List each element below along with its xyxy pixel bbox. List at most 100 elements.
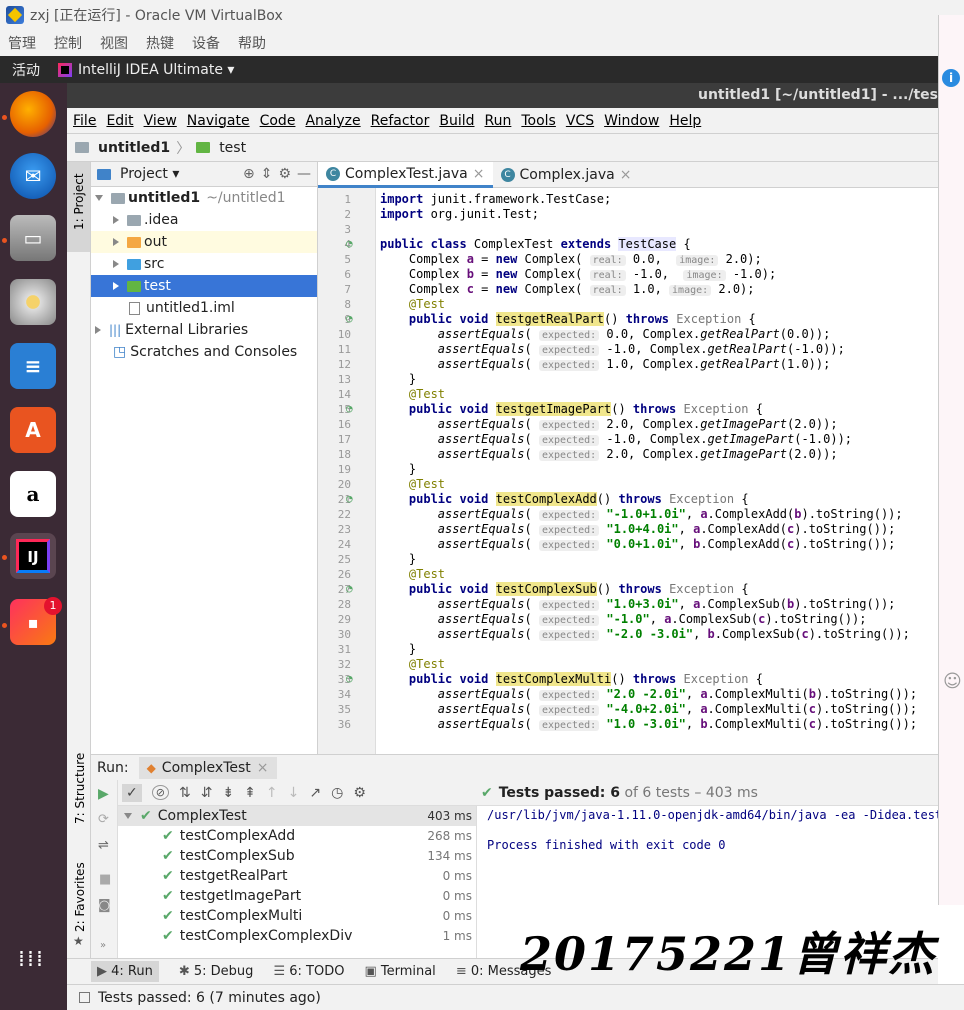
project-view-selector[interactable]: Project ▾ xyxy=(120,166,179,182)
expand-arrow-icon[interactable] xyxy=(113,238,119,246)
close-icon[interactable]: × xyxy=(257,760,269,776)
expand-arrow-icon[interactable] xyxy=(124,813,132,819)
next-icon[interactable]: ↓ xyxy=(288,785,300,801)
test-row[interactable]: ✔ testComplexSub 134 ms xyxy=(118,846,476,866)
vbox-menu-view[interactable]: 视图 xyxy=(100,33,128,53)
expand-arrow-icon[interactable] xyxy=(113,260,119,268)
rhythmbox-icon[interactable] xyxy=(10,279,56,325)
test-row[interactable]: ✔ testComplexMulti 0 ms xyxy=(118,906,476,926)
menu-refactor[interactable]: Refactor xyxy=(371,113,430,129)
rerun-icon[interactable]: ▶ xyxy=(98,786,109,802)
rerun-failed-icon[interactable]: ⟳ xyxy=(98,812,109,827)
intellij-dock-icon[interactable]: IJ xyxy=(10,533,56,579)
menu-file[interactable]: File xyxy=(73,113,96,129)
breadcrumb-test[interactable]: test xyxy=(219,140,246,156)
menu-build[interactable]: Build xyxy=(439,113,474,129)
tab-todo[interactable]: ☰ 6: TODO xyxy=(273,964,344,979)
menu-window[interactable]: Window xyxy=(604,113,659,129)
tree-item-out[interactable]: out xyxy=(91,231,317,253)
menu-tools[interactable]: Tools xyxy=(521,113,556,129)
test-row[interactable]: ✔ testComplexAdd 268 ms xyxy=(118,826,476,846)
amazon-icon[interactable]: a xyxy=(10,471,56,517)
activities-button[interactable]: 活动 xyxy=(0,60,52,80)
project-stripe-button[interactable]: 1: Project xyxy=(67,162,90,252)
test-row[interactable]: ✔ testgetImagePart 0 ms xyxy=(118,886,476,906)
tab-complextest[interactable]: C ComplexTest.java × xyxy=(318,162,493,188)
test-suite-row[interactable]: ✔ ComplexTest 403 ms xyxy=(118,806,476,826)
writer-icon[interactable]: ≡ xyxy=(10,343,56,389)
sort-alpha-icon[interactable]: ⇅ xyxy=(179,785,191,801)
software-center-icon[interactable]: A xyxy=(10,407,56,453)
expand-all-icon[interactable]: ⇟ xyxy=(222,785,234,801)
folder-icon xyxy=(127,236,141,248)
more-icon[interactable]: » xyxy=(100,940,106,951)
run-gutter-icon[interactable]: ◔ xyxy=(346,582,353,595)
menu-edit[interactable]: Edit xyxy=(106,113,133,129)
vbox-menu-devices[interactable]: 设备 xyxy=(192,33,220,53)
expand-arrow-icon[interactable] xyxy=(95,195,103,201)
tree-item-src[interactable]: src xyxy=(91,253,317,275)
favorites-stripe-button[interactable]: 2: Favorites xyxy=(73,862,87,932)
layout-icon[interactable] xyxy=(79,992,90,1003)
structure-stripe-button[interactable]: 7: Structure xyxy=(73,753,87,824)
expand-arrow-icon[interactable] xyxy=(95,326,101,334)
menu-navigate[interactable]: Navigate xyxy=(187,113,250,129)
tab-debug[interactable]: ✱ 5: Debug xyxy=(179,964,254,979)
tree-item-external-libraries[interactable]: ||| External Libraries xyxy=(91,319,317,341)
tab-terminal[interactable]: ▣ Terminal xyxy=(364,964,435,979)
close-icon[interactable]: × xyxy=(620,167,632,183)
expand-arrow-icon[interactable] xyxy=(113,282,119,290)
previous-icon[interactable]: ↑ xyxy=(266,785,278,801)
toggle-auto-test-icon[interactable]: ⇌ xyxy=(98,838,109,853)
app-menu[interactable]: IntelliJ IDEA Ultimate ▾ xyxy=(58,62,234,78)
files-icon[interactable]: ▭ xyxy=(10,215,56,261)
tab-run[interactable]: ▶ 4: Run xyxy=(91,961,159,982)
close-icon[interactable]: × xyxy=(473,166,485,182)
show-ignored-icon[interactable]: ⊘ xyxy=(151,785,169,800)
test-row[interactable]: ✔ testComplexComplexDiv 1 ms xyxy=(118,926,476,946)
menu-code[interactable]: Code xyxy=(260,113,296,129)
info-icon[interactable]: i xyxy=(942,69,960,87)
tree-item-scratches[interactable]: ◳ Scratches and Consoles xyxy=(91,341,317,363)
code-editor[interactable]: import junit.framework.TestCase; import … xyxy=(376,188,938,754)
tree-item-untitled1[interactable]: untitled1 ~/untitled1 xyxy=(91,187,317,209)
run-gutter-icon[interactable]: ◔ xyxy=(346,492,353,505)
test-row[interactable]: ✔ testgetRealPart 0 ms xyxy=(118,866,476,886)
tree-item-idea[interactable]: .idea xyxy=(91,209,317,231)
run-tab[interactable]: ◆ ComplexTest × xyxy=(138,756,277,779)
tree-item-iml[interactable]: untitled1.iml xyxy=(91,297,317,319)
history-icon[interactable]: ◷ xyxy=(331,785,343,801)
vbox-menu-help[interactable]: 帮助 xyxy=(238,33,266,53)
run-gutter-icon[interactable]: ◔ xyxy=(346,402,353,415)
feedback-smiley-icon[interactable]: ☺ xyxy=(943,671,962,692)
export-icon[interactable]: ↗ xyxy=(309,785,321,801)
tab-complex[interactable]: C Complex.java × xyxy=(493,162,640,188)
menu-run[interactable]: Run xyxy=(485,113,512,129)
run-gutter-icon[interactable]: ◔ xyxy=(346,312,353,325)
menu-help[interactable]: Help xyxy=(669,113,701,129)
thunderbird-icon[interactable]: ✉ xyxy=(10,153,56,199)
vbox-menu-manage[interactable]: 管理 xyxy=(8,33,36,53)
locate-icon[interactable]: ⊕ xyxy=(243,166,255,182)
show-passed-icon[interactable]: ✓ xyxy=(122,783,142,802)
hide-icon[interactable]: — xyxy=(297,166,317,182)
stop-icon[interactable]: ■ xyxy=(99,872,111,887)
show-apps-icon[interactable]: ⁞⁞⁞ xyxy=(18,949,48,985)
vbox-menu-control[interactable]: 控制 xyxy=(54,33,82,53)
settings-icon[interactable]: ⚙ xyxy=(353,785,366,801)
menu-analyze[interactable]: Analyze xyxy=(305,113,360,129)
firefox-icon[interactable] xyxy=(10,91,56,137)
collapse-all-icon[interactable]: ⇞ xyxy=(244,785,256,801)
menu-vcs[interactable]: VCS xyxy=(566,113,594,129)
breadcrumb-project[interactable]: untitled1 xyxy=(98,140,170,156)
tree-item-test[interactable]: test xyxy=(91,275,317,297)
menu-view[interactable]: View xyxy=(144,113,177,129)
collapse-icon[interactable]: ⇕ xyxy=(261,166,273,182)
sort-duration-icon[interactable]: ⇵ xyxy=(201,785,213,801)
camera-icon[interactable]: ◙ xyxy=(98,898,111,913)
expand-arrow-icon[interactable] xyxy=(113,216,119,224)
run-gutter-icon[interactable]: ◔ xyxy=(346,672,353,685)
run-gutter-icon[interactable]: ◔ xyxy=(346,237,353,250)
vbox-menu-hotkey[interactable]: 热键 xyxy=(146,33,174,53)
gear-icon[interactable]: ⚙ xyxy=(278,166,291,182)
